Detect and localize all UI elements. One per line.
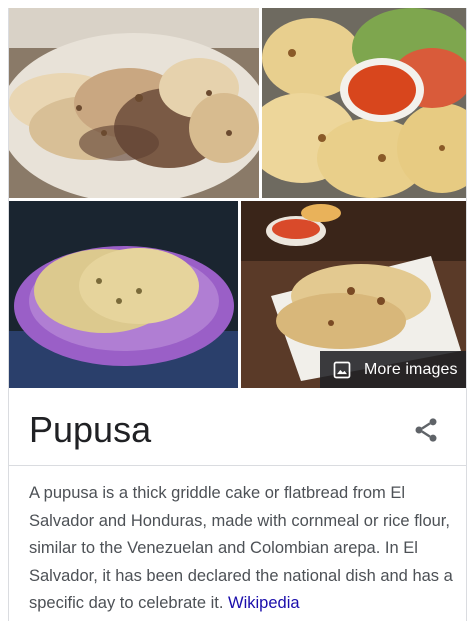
pupusas-on-purple-bag-photo[interactable] — [9, 201, 238, 388]
share-button[interactable] — [412, 416, 440, 444]
pupusa-with-curtido-and-salsa-photo[interactable] — [262, 8, 466, 198]
share-icon — [415, 418, 437, 442]
more-images-label: More images — [364, 360, 458, 378]
pupusa-platter-photo[interactable] — [9, 8, 259, 198]
description-text: A pupusa is a thick griddle cake or flat… — [29, 484, 453, 612]
page-title: Pupusa — [29, 409, 152, 450]
panel-header: Pupusa — [9, 388, 466, 466]
image-icon — [333, 361, 351, 378]
more-images-button[interactable]: More images — [320, 351, 466, 388]
knowledge-panel: More images Pupusa A pupusa is a thick g… — [8, 8, 467, 621]
image-gallery: More images — [9, 8, 466, 388]
wikipedia-link[interactable]: Wikipedia — [228, 594, 300, 612]
description: A pupusa is a thick griddle cake or flat… — [29, 480, 454, 618]
